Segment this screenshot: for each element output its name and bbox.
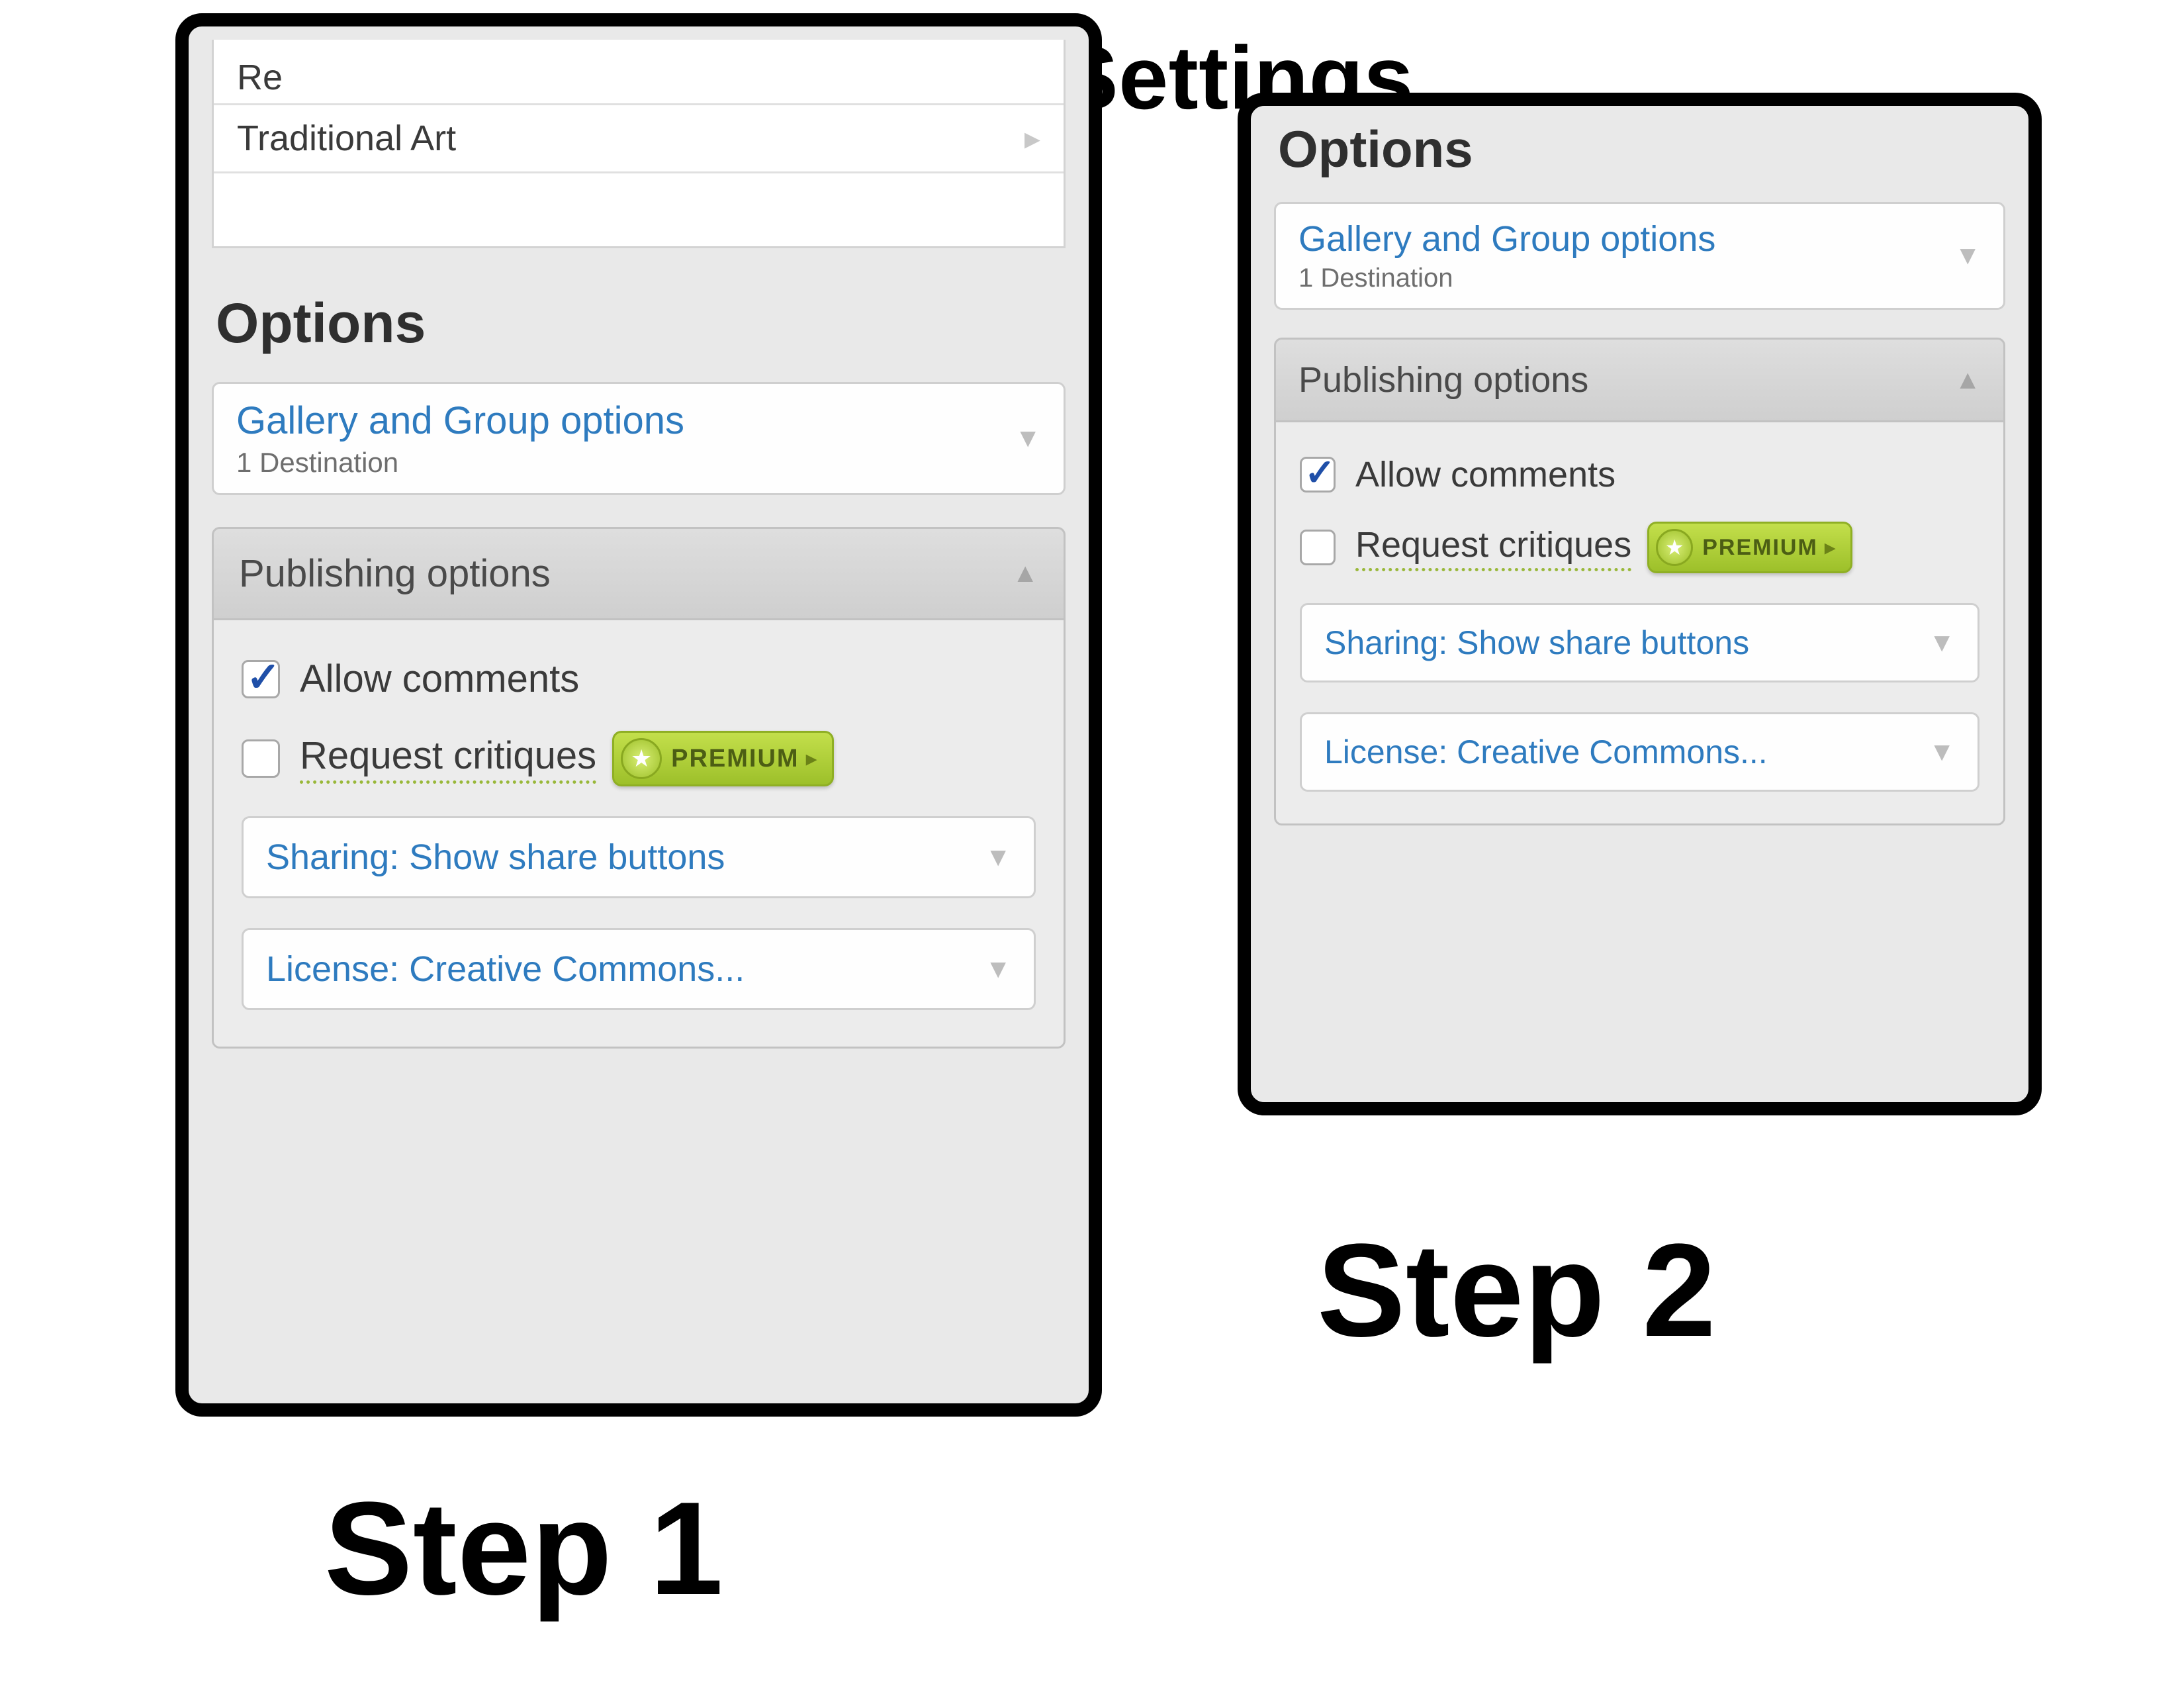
sharing-dropdown[interactable]: Sharing: Show share buttons ▼ — [1300, 603, 1979, 682]
chevron-right-icon: ▸ — [1825, 534, 1836, 561]
caret-down-icon: ▼ — [1954, 241, 1981, 271]
step-2-panel: Options Gallery and Group options 1 Dest… — [1238, 93, 2042, 1115]
chevron-right-icon: ▸ — [1024, 120, 1040, 157]
caret-down-icon: ▼ — [1015, 424, 1041, 453]
caret-up-icon: ▲ — [1954, 365, 1981, 395]
caret-down-icon: ▼ — [985, 955, 1011, 984]
caret-down-icon: ▼ — [1929, 628, 1955, 658]
caret-down-icon: ▼ — [985, 843, 1011, 872]
gallery-group-subtext: 1 Destination — [236, 447, 684, 479]
request-critiques-checkbox[interactable] — [242, 739, 280, 778]
category-row-traditional-art[interactable]: Traditional Art ▸ — [214, 103, 1064, 171]
gallery-group-options-dropdown[interactable]: Gallery and Group options 1 Destination … — [212, 382, 1066, 495]
request-critiques-option[interactable]: Request critiques ★ PREMIUM ▸ — [1300, 522, 1979, 573]
premium-label: PREMIUM — [1702, 535, 1818, 561]
star-icon: ★ — [1656, 529, 1693, 566]
allow-comments-checkbox[interactable] — [242, 660, 280, 698]
step-2-label: Step 2 — [1317, 1215, 1716, 1367]
publishing-options-body: Allow comments Request critiques ★ PREMI… — [1274, 422, 2005, 825]
step-1-panel: Re Traditional Art ▸ Options Gallery and… — [175, 13, 1102, 1417]
publishing-options-header[interactable]: Publishing options ▲ — [212, 527, 1066, 620]
sharing-label: Sharing: Show share buttons — [1324, 624, 1749, 662]
allow-comments-label: Allow comments — [300, 657, 579, 701]
caret-up-icon: ▲ — [1012, 559, 1038, 588]
request-critiques-label: Request critiques — [300, 733, 596, 784]
gallery-group-options-dropdown[interactable]: Gallery and Group options 1 Destination … — [1274, 202, 2005, 310]
sharing-label: Sharing: Show share buttons — [266, 837, 725, 878]
allow-comments-checkbox[interactable] — [1300, 457, 1336, 492]
gallery-group-label: Gallery and Group options — [236, 399, 684, 443]
options-heading: Options — [216, 291, 1066, 355]
license-dropdown[interactable]: License: Creative Commons... ▼ — [1300, 712, 1979, 792]
gallery-group-label: Gallery and Group options — [1298, 218, 1715, 259]
allow-comments-option[interactable]: Allow comments — [1300, 454, 1979, 495]
premium-badge[interactable]: ★ PREMIUM ▸ — [612, 731, 834, 786]
allow-comments-option[interactable]: Allow comments — [242, 657, 1036, 701]
allow-comments-label: Allow comments — [1355, 454, 1615, 495]
step-1-label: Step 1 — [324, 1473, 723, 1625]
license-label: License: Creative Commons... — [266, 949, 745, 990]
publishing-options-label: Publishing options — [239, 551, 551, 596]
publishing-options-body: Allow comments Request critiques ★ PREMI… — [212, 620, 1066, 1049]
category-partial-text: Re — [237, 57, 283, 98]
sharing-dropdown[interactable]: Sharing: Show share buttons ▼ — [242, 816, 1036, 898]
license-label: License: Creative Commons... — [1324, 733, 1768, 771]
request-critiques-option[interactable]: Request critiques ★ PREMIUM ▸ — [242, 731, 1036, 786]
request-critiques-label: Request critiques — [1355, 524, 1631, 571]
chevron-right-icon: ▸ — [806, 745, 817, 772]
category-list: Re Traditional Art ▸ — [212, 40, 1066, 248]
caret-down-icon: ▼ — [1929, 737, 1955, 767]
publishing-options-header[interactable]: Publishing options ▲ — [1274, 338, 2005, 422]
license-dropdown[interactable]: License: Creative Commons... ▼ — [242, 928, 1036, 1010]
gallery-group-subtext: 1 Destination — [1298, 263, 1715, 293]
publishing-options-label: Publishing options — [1298, 359, 1588, 400]
category-row-empty — [214, 171, 1064, 246]
premium-label: PREMIUM — [671, 745, 799, 773]
category-row-partial[interactable]: Re — [214, 40, 1064, 103]
premium-badge[interactable]: ★ PREMIUM ▸ — [1647, 522, 1852, 573]
options-heading: Options — [1278, 119, 2005, 179]
request-critiques-checkbox[interactable] — [1300, 530, 1336, 565]
star-icon: ★ — [621, 738, 662, 779]
category-label: Traditional Art — [237, 118, 456, 159]
